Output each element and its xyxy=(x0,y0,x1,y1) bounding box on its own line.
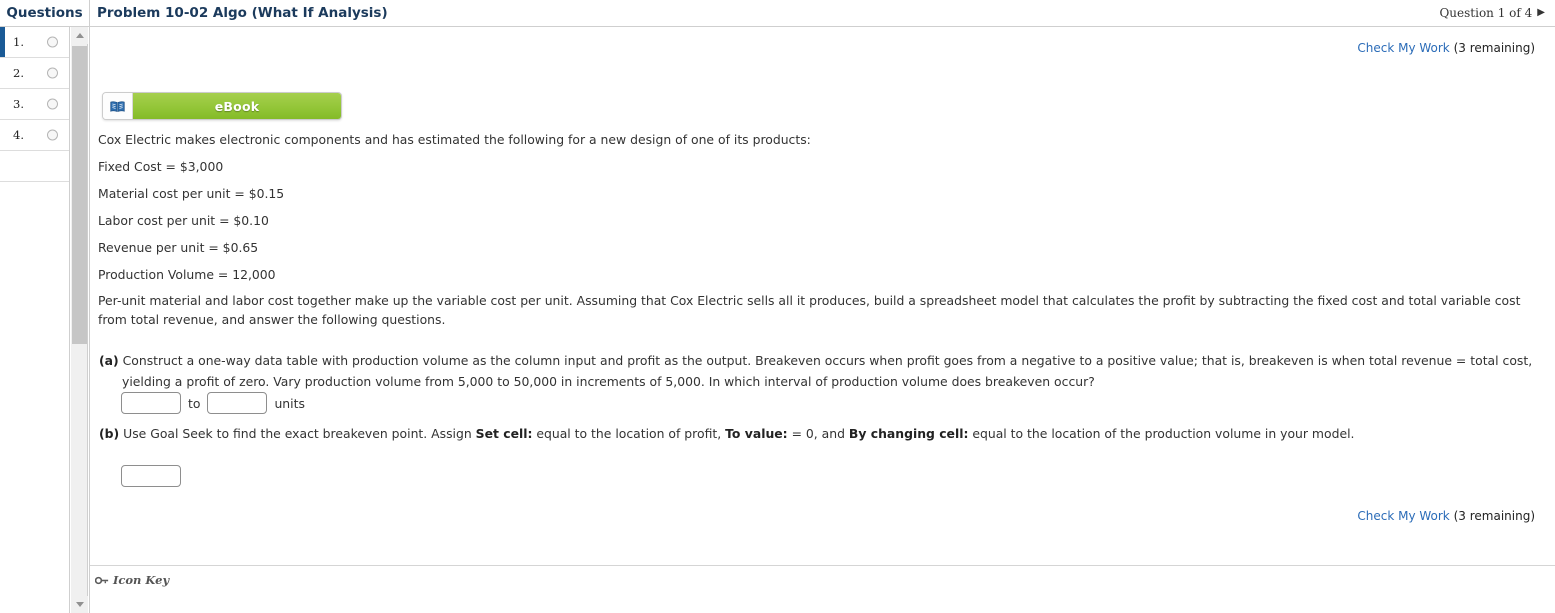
question-status-dot-icon[interactable] xyxy=(47,67,58,79)
sidebar-item-question-2[interactable]: 2. xyxy=(0,58,69,89)
scroll-down-arrow-icon[interactable] xyxy=(71,596,88,613)
part-b-text-post: equal to the location of the production … xyxy=(968,426,1355,441)
question-status-dot-icon[interactable] xyxy=(47,36,58,48)
part-b-bold-by-changing-cell: By changing cell: xyxy=(848,426,969,441)
given-material-cost: Material cost per unit = $0.15 xyxy=(98,186,285,201)
sidebar-item-label: 3. xyxy=(13,97,24,111)
scroll-up-arrow-icon[interactable] xyxy=(71,27,88,44)
problem-description-text: Per-unit material and labor cost togethe… xyxy=(98,293,1521,327)
key-icon xyxy=(95,576,109,584)
check-my-work-link[interactable]: Check My Work xyxy=(1357,509,1449,523)
range-separator-label: to xyxy=(188,395,201,411)
part-b-text-mid-2: = 0, and xyxy=(787,426,849,441)
ebook-button-label[interactable]: eBook xyxy=(133,93,341,119)
problem-intro-text: Cox Electric makes electronic components… xyxy=(98,132,811,147)
question-status-dot-icon[interactable] xyxy=(47,98,58,110)
part-b-bold-to-value: To value: xyxy=(725,426,788,441)
sidebar-item-question-1[interactable]: 1. xyxy=(0,27,69,58)
part-b-label: (b) xyxy=(99,426,120,441)
breakeven-upper-bound-input[interactable] xyxy=(207,392,268,414)
check-my-work-remaining: (3 remaining) xyxy=(1453,41,1535,55)
given-production-volume: Production Volume = 12,000 xyxy=(98,267,276,282)
sidebar-item-label: 2. xyxy=(13,66,24,80)
given-fixed-cost: Fixed Cost = $3,000 xyxy=(98,159,224,174)
icon-key-label: Icon Key xyxy=(113,573,170,587)
part-b-bold-set-cell: Set cell: xyxy=(475,426,533,441)
sidebar-item-question-4[interactable]: 4. xyxy=(0,120,69,151)
exact-breakeven-point-input[interactable] xyxy=(121,465,181,487)
part-a-answer-row: to units xyxy=(121,392,305,414)
part-a-text-line-2: yielding a profit of zero. Vary producti… xyxy=(122,374,1095,390)
check-my-work-top: Check My Work (3 remaining) xyxy=(1357,41,1535,55)
part-b-text-mid-1: equal to the location of profit, xyxy=(532,426,726,441)
questions-column-header: Questions xyxy=(0,0,90,26)
scrollbar-thumb[interactable] xyxy=(72,46,87,344)
icon-key-button[interactable]: Icon Key xyxy=(95,573,169,587)
question-navigation[interactable]: Question 1 of 4 ▶ xyxy=(1439,0,1545,26)
sidebar-empty-row xyxy=(0,151,69,182)
check-my-work-remaining: (3 remaining) xyxy=(1453,509,1535,523)
question-counter-label: Question 1 of 4 xyxy=(1439,6,1533,20)
check-my-work-link[interactable]: Check My Work xyxy=(1357,41,1449,55)
sidebar-item-question-3[interactable]: 3. xyxy=(0,89,69,120)
questions-sidebar: 1. 2. 3. 4. xyxy=(0,27,70,613)
given-revenue-per-unit: Revenue per unit = $0.65 xyxy=(98,240,259,255)
ebook-icon-container xyxy=(103,93,133,119)
part-b-text-pre: Use Goal Seek to find the exact breakeve… xyxy=(123,426,476,441)
breakeven-lower-bound-input[interactable] xyxy=(121,392,181,414)
question-part-b: (b) Use Goal Seek to find the exact brea… xyxy=(99,423,1544,444)
next-question-arrow-icon[interactable]: ▶ xyxy=(1537,8,1545,18)
footer-divider xyxy=(90,565,1555,566)
part-b-answer-row xyxy=(121,465,181,487)
open-book-icon xyxy=(110,100,125,112)
question-status-dot-icon[interactable] xyxy=(47,129,58,141)
question-content-panel: Check My Work (3 remaining) eBook Cox El… xyxy=(89,27,1555,613)
top-header-bar: Questions Problem 10-02 Algo (What If An… xyxy=(0,0,1555,27)
units-label: units xyxy=(274,395,305,411)
check-my-work-bottom: Check My Work (3 remaining) xyxy=(1357,509,1535,523)
given-labor-cost: Labor cost per unit = $0.10 xyxy=(98,213,269,228)
part-a-text-line-1: Construct a one-way data table with prod… xyxy=(122,353,1533,368)
question-part-a: (a) Construct a one-way data table with … xyxy=(99,350,1544,393)
assignment-page: Questions Problem 10-02 Algo (What If An… xyxy=(0,0,1555,613)
sidebar-scrollbar[interactable] xyxy=(71,27,88,613)
part-a-label: (a) xyxy=(99,353,119,368)
sidebar-item-label: 4. xyxy=(13,128,24,142)
ebook-button[interactable]: eBook xyxy=(102,92,342,120)
sidebar-item-label: 1. xyxy=(13,35,24,49)
page-title: Problem 10-02 Algo (What If Analysis) xyxy=(97,5,388,21)
